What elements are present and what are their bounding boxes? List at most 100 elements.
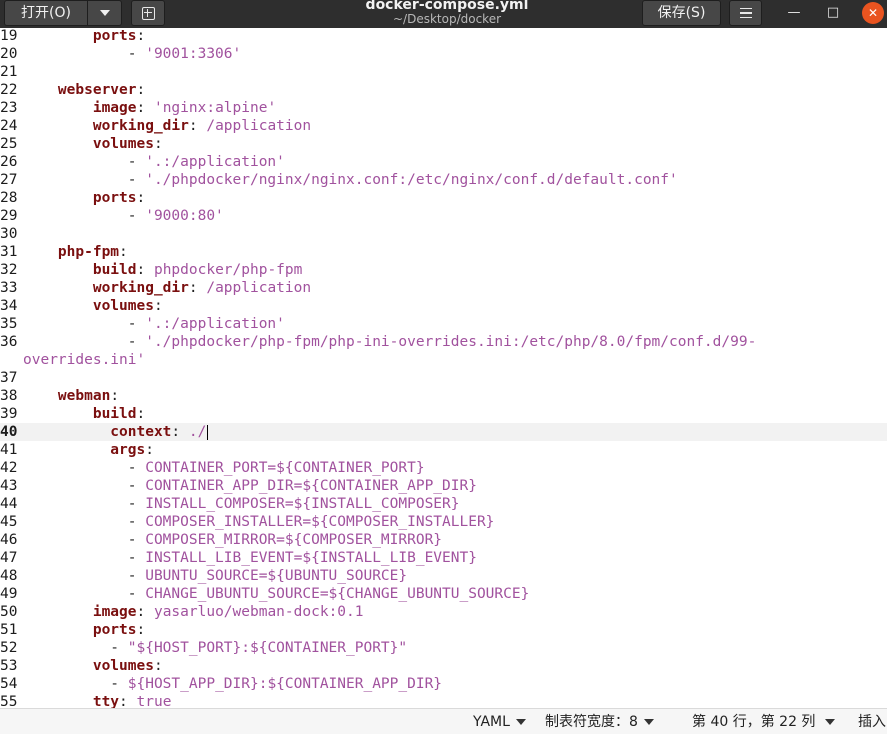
code-text: - './phpdocker/php-fpm/php-ini-overrides… bbox=[23, 333, 757, 351]
code-line[interactable]: 51 ports: bbox=[0, 621, 887, 639]
open-recent-button[interactable] bbox=[87, 0, 122, 26]
code-line[interactable]: 32 build: phpdocker/php-fpm bbox=[0, 261, 887, 279]
code-line[interactable]: 47 - INSTALL_LIB_EVENT=${INSTALL_LIB_EVE… bbox=[0, 549, 887, 567]
code-text: - CHANGE_UBUNTU_SOURCE=${CHANGE_UBUNTU_S… bbox=[23, 585, 530, 603]
code-text: tty: true bbox=[23, 693, 172, 708]
save-button[interactable]: 保存(S) bbox=[642, 0, 721, 26]
line-number: 22 bbox=[0, 82, 18, 98]
language-selector[interactable]: YAML bbox=[473, 709, 526, 735]
line-number: 32 bbox=[0, 262, 18, 278]
cursor-position[interactable]: 第 40 行，第 22 列 bbox=[692, 709, 815, 735]
new-tab-button[interactable] bbox=[131, 0, 165, 26]
code-line[interactable]: 36 - './phpdocker/php-fpm/php-ini-overri… bbox=[0, 333, 887, 351]
minimize-button[interactable]: — bbox=[783, 2, 805, 24]
code-text: php-fpm: bbox=[23, 243, 128, 261]
code-line[interactable]: 52 - "${HOST_PORT}:${CONTAINER_PORT}" bbox=[0, 639, 887, 657]
yaml-value: COMPOSER_INSTALLER=${COMPOSER_INSTALLER} bbox=[145, 514, 495, 530]
code-line[interactable]: 28 ports: bbox=[0, 189, 887, 207]
code-text: - "${HOST_PORT}:${CONTAINER_PORT}" bbox=[23, 639, 407, 657]
insert-mode-label: 插入 bbox=[858, 714, 886, 730]
code-line[interactable]: 49 - CHANGE_UBUNTU_SOURCE=${CHANGE_UBUNT… bbox=[0, 585, 887, 603]
code-line[interactable]: 37 bbox=[0, 369, 887, 387]
insert-mode-indicator: 插入 bbox=[858, 709, 886, 735]
yaml-key: volumes bbox=[23, 136, 154, 152]
line-number: 25 bbox=[0, 136, 18, 152]
code-text: webserver: bbox=[23, 81, 145, 99]
yaml-value: '.:/application' bbox=[145, 316, 285, 332]
code-line[interactable]: 34 volumes: bbox=[0, 297, 887, 315]
code-line[interactable]: 43 - CONTAINER_APP_DIR=${CONTAINER_APP_D… bbox=[0, 477, 887, 495]
line-number: 37 bbox=[0, 370, 18, 386]
line-number: 51 bbox=[0, 622, 18, 638]
close-button[interactable]: ✕ bbox=[862, 2, 884, 24]
code-line[interactable]: 50 image: yasarluo/webman-dock:0.1 bbox=[0, 603, 887, 621]
line-number: 38 bbox=[0, 388, 18, 404]
yaml-punctuation: : bbox=[136, 262, 154, 278]
maximize-button[interactable]: □ bbox=[822, 2, 844, 24]
chevron-down-icon bbox=[643, 719, 654, 725]
yaml-value: /application bbox=[206, 280, 312, 296]
code-text: - CONTAINER_APP_DIR=${CONTAINER_APP_DIR} bbox=[23, 477, 477, 495]
code-line[interactable]: 21 bbox=[0, 63, 887, 81]
yaml-punctuation: - bbox=[23, 154, 146, 170]
code-text: - UBUNTU_SOURCE=${UBUNTU_SOURCE} bbox=[23, 567, 407, 585]
code-line[interactable]: 46 - COMPOSER_MIRROR=${COMPOSER_MIRROR} bbox=[0, 531, 887, 549]
main-menu-button[interactable] bbox=[729, 0, 762, 26]
yaml-key: args bbox=[23, 442, 146, 458]
line-number: 50 bbox=[0, 604, 18, 620]
code-line[interactable]: 24 working_dir: /application bbox=[0, 117, 887, 135]
code-line[interactable]: 41 args: bbox=[0, 441, 887, 459]
line-number: 48 bbox=[0, 568, 18, 584]
code-text: - '.:/application' bbox=[23, 315, 285, 333]
code-line[interactable]: 48 - UBUNTU_SOURCE=${UBUNTU_SOURCE} bbox=[0, 567, 887, 585]
code-line[interactable]: 39 build: bbox=[0, 405, 887, 423]
code-line[interactable]: 23 image: 'nginx:alpine' bbox=[0, 99, 887, 117]
code-line[interactable]: 53 volumes: bbox=[0, 657, 887, 675]
code-line[interactable]: 55 tty: true bbox=[0, 693, 887, 708]
yaml-value: '9001:3306' bbox=[145, 46, 242, 62]
yaml-key: context bbox=[23, 424, 172, 440]
yaml-punctuation: : bbox=[136, 622, 146, 638]
line-number: 44 bbox=[0, 496, 18, 512]
code-line[interactable]: 40 context: ./ bbox=[0, 423, 887, 441]
code-line-wrap[interactable]: overrides.ini' bbox=[0, 351, 887, 369]
yaml-value: './phpdocker/php-fpm/php-ini-overrides.i… bbox=[145, 334, 757, 350]
code-line[interactable]: 26 - '.:/application' bbox=[0, 153, 887, 171]
code-editor[interactable]: 19 ports: 20 - '9001:3306' 21 22 webserver:… bbox=[0, 28, 887, 708]
yaml-value: ./ bbox=[188, 424, 207, 440]
yaml-key: webman bbox=[23, 388, 111, 404]
code-line[interactable]: 20 - '9001:3306' bbox=[0, 45, 887, 63]
line-number: 26 bbox=[0, 154, 18, 170]
tab-width-selector[interactable]: 制表符宽度：8 bbox=[545, 709, 654, 735]
yaml-punctuation: : bbox=[136, 190, 146, 206]
yaml-value: UBUNTU_SOURCE=${UBUNTU_SOURCE} bbox=[145, 568, 408, 584]
yaml-value: COMPOSER_MIRROR=${COMPOSER_MIRROR} bbox=[145, 532, 443, 548]
code-line[interactable]: 30 bbox=[0, 225, 887, 243]
code-line[interactable]: 31 php-fpm: bbox=[0, 243, 887, 261]
code-text: context: ./ bbox=[23, 423, 209, 441]
code-text: - COMPOSER_INSTALLER=${COMPOSER_INSTALLE… bbox=[23, 513, 495, 531]
code-line[interactable]: 19 ports: bbox=[0, 28, 887, 45]
yaml-key: ports bbox=[23, 622, 137, 638]
code-line[interactable]: 38 webman: bbox=[0, 387, 887, 405]
code-line[interactable]: 27 - './phpdocker/nginx/nginx.conf:/etc/… bbox=[0, 171, 887, 189]
yaml-punctuation: : bbox=[136, 100, 154, 116]
code-text: - '.:/application' bbox=[23, 153, 285, 171]
yaml-punctuation: : bbox=[153, 298, 163, 314]
code-line[interactable]: 33 working_dir: /application bbox=[0, 279, 887, 297]
yaml-key: working_dir bbox=[23, 280, 189, 296]
open-button[interactable]: 打开(O) bbox=[4, 0, 88, 26]
code-line[interactable]: 54 - ${HOST_APP_DIR}:${CONTAINER_APP_DIR… bbox=[0, 675, 887, 693]
chevron-down-icon[interactable] bbox=[825, 719, 835, 725]
line-number: 54 bbox=[0, 676, 18, 692]
code-line[interactable]: 42 - CONTAINER_PORT=${CONTAINER_PORT} bbox=[0, 459, 887, 477]
yaml-key: php-fpm bbox=[23, 244, 120, 260]
code-line[interactable]: 22 webserver: bbox=[0, 81, 887, 99]
yaml-value: INSTALL_COMPOSER=${INSTALL_COMPOSER} bbox=[145, 496, 460, 512]
code-line[interactable]: 25 volumes: bbox=[0, 135, 887, 153]
code-line[interactable]: 35 - '.:/application' bbox=[0, 315, 887, 333]
code-line[interactable]: 45 - COMPOSER_INSTALLER=${COMPOSER_INSTA… bbox=[0, 513, 887, 531]
code-line[interactable]: 44 - INSTALL_COMPOSER=${INSTALL_COMPOSER… bbox=[0, 495, 887, 513]
yaml-punctuation: - bbox=[23, 550, 146, 566]
code-line[interactable]: 29 - '9000:80' bbox=[0, 207, 887, 225]
